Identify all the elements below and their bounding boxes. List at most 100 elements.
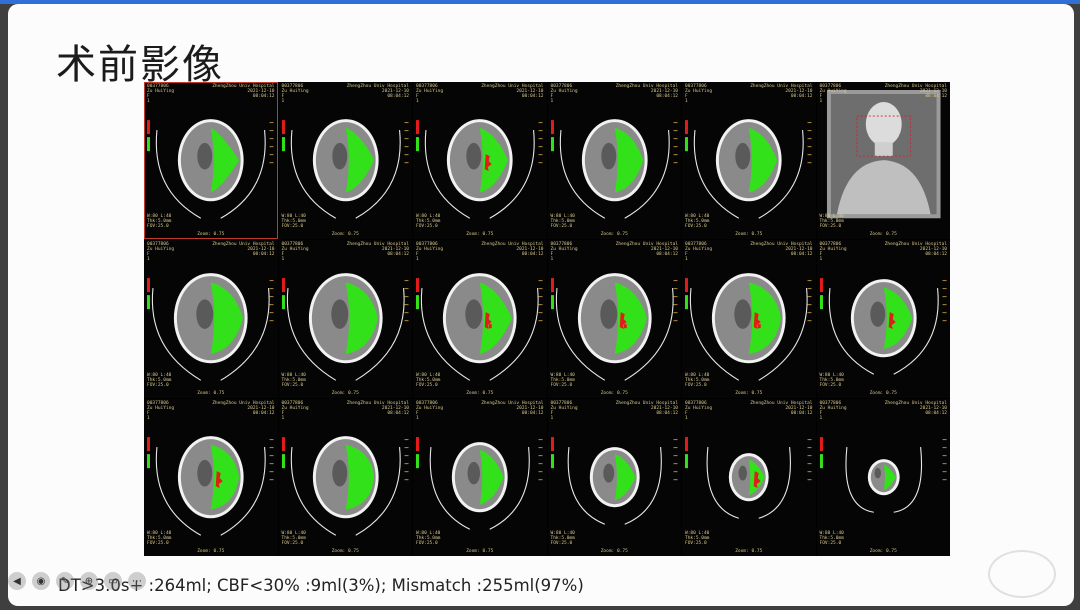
overlay-patient-info: 00377806 Zu HuiYing F 1 — [550, 242, 578, 263]
overlay-patient-info: 00377806 Zu HuiYing F 1 — [416, 400, 444, 421]
overlay-patient-info: 00377806 Zu HuiYing F 1 — [685, 84, 713, 104]
scan-tile-r1c5[interactable]: 00377806 Zu HuiYing F 1 ZhengZhou Univ Ho… — [682, 82, 816, 240]
scan-tile-r2c6[interactable]: 00377806 Zu HuiYing F 1 ZhengZhou Univ Ho… — [816, 240, 950, 398]
overlay-zoom-info: Zoom: 0.75 — [197, 548, 225, 554]
overlay-hospital-info: ZhengZhou Univ Hospital 2021-12-10 08:04… — [481, 84, 544, 99]
overlay-zoom-info: Zoom: 0.75 — [735, 390, 763, 396]
overlay-zoom-info: Zoom: 0.75 — [735, 232, 763, 238]
overlay-patient-info: 00377806 Zu HuiYing F 1 — [147, 400, 175, 421]
overlay-window-info: W:80 L:40 Thk:5.0mm FOV:25.0 — [281, 214, 306, 230]
overlay-patient-info: 00377806 Zu HuiYing F 1 — [147, 242, 175, 263]
overlay-patient-info: 00377806 Zu HuiYing F 1 — [550, 400, 578, 421]
overlay-zoom-info: Zoom: 0.75 — [197, 232, 225, 238]
watermark-logo — [988, 550, 1056, 598]
overlay-zoom-info: Zoom: 0.75 — [331, 390, 359, 396]
prev-icon[interactable]: ◀ — [8, 572, 26, 590]
scan-tile-r2c5[interactable]: 00377806 Zu HuiYing F 1 ZhengZhou Univ Ho… — [682, 240, 816, 398]
overlay-patient-info: 00377806 Zu HuiYing F 1 — [819, 400, 847, 421]
overlay-window-info: W:80 L:40 Thk:5.0mm FOV:25.0 — [685, 372, 710, 388]
overlay-zoom-info: Zoom: 0.75 — [869, 548, 897, 554]
overlay-hospital-info: ZhengZhou Univ Hospital 2021-12-10 08:04… — [346, 84, 409, 99]
scan-tile-r2c2[interactable]: 00377806 Zu HuiYing F 1 ZhengZhou Univ Ho… — [278, 240, 412, 398]
overlay-window-info: W:80 L:40 Thk:5.0mm FOV:25.0 — [819, 214, 844, 230]
scan-tile-r1c3[interactable]: 00377806 Zu HuiYing F 1 ZhengZhou Univ Ho… — [413, 82, 547, 240]
overlay-zoom-info: Zoom: 0.75 — [869, 390, 897, 396]
overlay-hospital-info: ZhengZhou Univ Hospital 2021-12-10 08:04… — [481, 400, 544, 416]
overlay-hospital-info: ZhengZhou Univ Hospital 2021-12-10 08:04… — [212, 400, 275, 416]
overlay-patient-info: 00377806 Zu HuiYing F 1 — [147, 84, 175, 104]
overlay-hospital-info: ZhengZhou Univ Hospital 2021-12-10 08:04… — [212, 242, 275, 258]
overlay-window-info: W:80 L:40 Thk:5.0mm FOV:25.0 — [416, 214, 441, 230]
overlay-zoom-info: Zoom: 0.75 — [600, 232, 628, 238]
menu-icon[interactable]: ▭ — [104, 572, 122, 590]
overlay-zoom-info: Zoom: 0.75 — [331, 548, 359, 554]
overlay-window-info: W:80 L:40 Thk:5.0mm FOV:25.0 — [550, 530, 575, 546]
overlay-hospital-info: ZhengZhou Univ Hospital 2021-12-10 08:04… — [212, 84, 275, 99]
overlay-hospital-info: ZhengZhou Univ Hospital 2021-12-10 08:04… — [346, 400, 409, 416]
overlay-window-info: W:80 L:40 Thk:5.0mm FOV:25.0 — [819, 372, 844, 388]
overlay-hospital-info: ZhengZhou Univ Hospital 2021-12-10 08:04… — [884, 400, 947, 416]
overlay-window-info: W:80 L:40 Thk:5.0mm FOV:25.0 — [147, 372, 172, 388]
overlay-zoom-info: Zoom: 0.75 — [197, 390, 225, 396]
overlay-window-info: W:80 L:40 Thk:5.0mm FOV:25.0 — [685, 530, 710, 546]
overlay-zoom-info: Zoom: 0.75 — [869, 232, 897, 238]
overlay-zoom-info: Zoom: 0.75 — [466, 390, 494, 396]
overlay-patient-info: 00377806 Zu HuiYing F 1 — [685, 400, 713, 421]
scan-tile-r2c4[interactable]: 00377806 Zu HuiYing F 1 ZhengZhou Univ Ho… — [547, 240, 681, 398]
scan-tile-r1c2[interactable]: 00377806 Zu HuiYing F 1 ZhengZhou Univ Ho… — [278, 82, 412, 240]
overlay-window-info: W:80 L:40 Thk:5.0mm FOV:25.0 — [550, 214, 575, 230]
overlay-zoom-info: Zoom: 0.75 — [331, 232, 359, 238]
scan-tile-r1c4[interactable]: 00377806 Zu HuiYing F 1 ZhengZhou Univ Ho… — [547, 82, 681, 240]
scan-tile-r1c1[interactable]: 00377806 Zu HuiYing F 1 ZhengZhou Univ Ho… — [144, 82, 278, 240]
overlay-zoom-info: Zoom: 0.75 — [735, 548, 763, 554]
more-icon[interactable]: ⋯ — [128, 572, 146, 590]
overlay-zoom-info: Zoom: 0.75 — [600, 390, 628, 396]
overlay-window-info: W:80 L:40 Thk:5.0mm FOV:25.0 — [281, 372, 306, 388]
pointer-icon[interactable]: ◉ — [32, 572, 50, 590]
zoom-icon[interactable]: ⊕ — [80, 572, 98, 590]
overlay-window-info: W:80 L:40 Thk:5.0mm FOV:25.0 — [550, 372, 575, 388]
overlay-hospital-info: ZhengZhou Univ Hospital 2021-12-10 08:04… — [481, 242, 544, 258]
overlay-hospital-info: ZhengZhou Univ Hospital 2021-12-10 08:04… — [346, 242, 409, 258]
overlay-patient-info: 00377806 Zu HuiYing F 1 — [819, 242, 847, 263]
overlay-patient-info: 00377806 Zu HuiYing F 1 — [416, 242, 444, 263]
overlay-window-info: W:80 L:40 Thk:5.0mm FOV:25.0 — [281, 530, 306, 546]
overlay-window-info: W:80 L:40 Thk:5.0mm FOV:25.0 — [147, 530, 172, 546]
pen-icon[interactable]: ✎ — [56, 572, 74, 590]
overlay-patient-info: 00377806 Zu HuiYing F 1 — [281, 400, 309, 421]
overlay-zoom-info: Zoom: 0.75 — [466, 548, 494, 554]
overlay-hospital-info: ZhengZhou Univ Hospital 2021-12-10 08:04… — [750, 84, 813, 99]
overlay-window-info: W:80 L:40 Thk:5.0mm FOV:25.0 — [416, 530, 441, 546]
scout-localizer-tile[interactable]: 00377806 Zu HuiYing F 1 ZhengZhou Univ Ho… — [816, 82, 950, 240]
scan-tile-r3c3[interactable]: 00377806 Zu HuiYing F 1 ZhengZhou Univ Ho… — [413, 398, 547, 556]
presentation-slide: 术前影像 00377806 Zu HuiYing F 1 ZhengZhou Un… — [8, 4, 1074, 606]
overlay-hospital-info: ZhengZhou Univ Hospital 2021-12-10 08:04… — [750, 242, 813, 258]
overlay-hospital-info: ZhengZhou Univ Hospital 2021-12-10 08:04… — [615, 84, 678, 99]
overlay-patient-info: 00377806 Zu HuiYing F 1 — [281, 242, 309, 263]
overlay-hospital-info: ZhengZhou Univ Hospital 2021-12-10 08:04… — [615, 242, 678, 258]
overlay-patient-info: 00377806 Zu HuiYing F 1 — [281, 84, 309, 104]
scan-tile-r2c3[interactable]: 00377806 Zu HuiYing F 1 ZhengZhou Univ Ho… — [413, 240, 547, 398]
overlay-patient-info: 00377806 Zu HuiYing F 1 — [416, 84, 444, 104]
overlay-patient-info: 00377806 Zu HuiYing F 1 — [685, 242, 713, 263]
overlay-window-info: W:80 L:40 Thk:5.0mm FOV:25.0 — [147, 214, 172, 230]
overlay-patient-info: 00377806 Zu HuiYing F 1 — [819, 84, 847, 104]
overlay-zoom-info: Zoom: 0.75 — [600, 548, 628, 554]
overlay-hospital-info: ZhengZhou Univ Hospital 2021-12-10 08:04… — [615, 400, 678, 416]
scan-tile-r2c1[interactable]: 00377806 Zu HuiYing F 1 ZhengZhou Univ Ho… — [144, 240, 278, 398]
overlay-window-info: W:80 L:40 Thk:5.0mm FOV:25.0 — [685, 214, 710, 230]
overlay-hospital-info: ZhengZhou Univ Hospital 2021-12-10 08:04… — [884, 84, 947, 99]
scan-tile-r3c6[interactable]: 00377806 Zu HuiYing F 1 ZhengZhou Univ Ho… — [816, 398, 950, 556]
player-controls: ◀ ◉ ✎ ⊕ ▭ ⋯ — [8, 572, 146, 590]
ct-perfusion-grid: 00377806 Zu HuiYing F 1 ZhengZhou Univ Ho… — [144, 82, 950, 556]
overlay-window-info: W:80 L:40 Thk:5.0mm FOV:25.0 — [416, 372, 441, 388]
scan-tile-r3c1[interactable]: 00377806 Zu HuiYing F 1 ZhengZhou Univ Ho… — [144, 398, 278, 556]
overlay-patient-info: 00377806 Zu HuiYing F 1 — [550, 84, 578, 104]
scan-tile-r3c2[interactable]: 00377806 Zu HuiYing F 1 ZhengZhou Univ Ho… — [278, 398, 412, 556]
overlay-hospital-info: ZhengZhou Univ Hospital 2021-12-10 08:04… — [750, 400, 813, 416]
scan-tile-r3c5[interactable]: 00377806 Zu HuiYing F 1 ZhengZhou Univ Ho… — [682, 398, 816, 556]
overlay-zoom-info: Zoom: 0.75 — [466, 232, 494, 238]
scan-tile-r3c4[interactable]: 00377806 Zu HuiYing F 1 ZhengZhou Univ Ho… — [547, 398, 681, 556]
overlay-window-info: W:80 L:40 Thk:5.0mm FOV:25.0 — [819, 530, 844, 546]
overlay-hospital-info: ZhengZhou Univ Hospital 2021-12-10 08:04… — [884, 242, 947, 258]
